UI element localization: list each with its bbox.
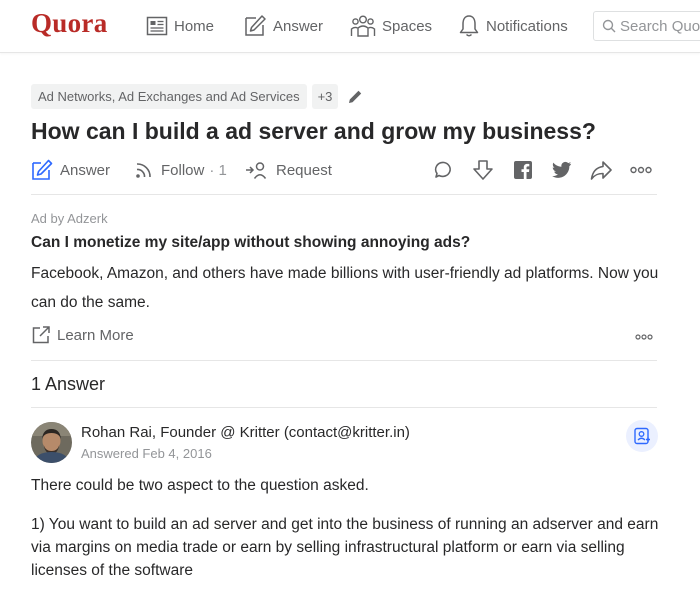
author-name[interactable]: Rohan Rai, Founder @ Kritter (contact@kr… [81,424,410,441]
nav-notifications-label: Notifications [486,17,568,35]
nav-home[interactable]: Home [146,11,214,41]
facebook-icon [514,161,532,179]
search-icon [602,19,616,33]
ad-sponsor-label[interactable]: Ad by Adzerk [31,211,108,226]
question-action-bar: Answer Follow · 1 Request [31,158,657,182]
comment-bubble-icon [434,161,451,178]
author-photo [31,422,72,463]
author-avatar[interactable] [31,422,72,463]
learn-more-link[interactable]: Learn More [31,325,134,345]
edit-pencil-icon[interactable] [346,88,364,106]
answer-paragraph: 1) You want to build an ad server and ge… [31,516,659,579]
answer-button[interactable]: Answer [31,158,110,182]
follow-button-label: Follow [161,161,205,179]
follow-rss-icon [136,163,151,178]
request-person-icon [246,162,267,179]
top-navigation-bar: Quora Home Answer Spaces Notifications S… [0,0,700,53]
nav-notifications[interactable]: Notifications [458,11,568,41]
people-group-icon [350,15,376,37]
nav-answer-label: Answer [273,17,324,35]
home-icon [146,16,168,36]
question-topics: Ad Networks, Ad Exchanges and Ad Service… [31,84,364,109]
ad-more-options-button[interactable] [632,330,656,344]
add-person-icon [634,427,650,445]
comment-button[interactable] [432,158,456,182]
topic-chip[interactable]: Ad Networks, Ad Exchanges and Ad Service… [31,84,307,109]
nav-spaces-label: Spaces [382,17,433,35]
more-dots-icon [630,166,652,174]
answer-pencil-icon [32,159,53,180]
pencil-square-icon [245,15,266,36]
more-topics-chip[interactable]: +3 [311,84,339,109]
bell-icon [459,15,479,37]
answers-count-heading: 1 Answer [31,374,106,394]
nav-answer[interactable]: Answer [243,11,323,41]
request-button-label: Request [276,161,332,179]
facebook-share-button[interactable] [511,158,535,182]
divider [31,360,657,361]
answer-paragraph: There could be two aspect to the questio… [31,477,369,494]
answer-button-label: Answer [60,161,111,179]
ad-title[interactable]: Can I monetize my site/app without showi… [31,234,470,252]
share-arrow-icon [590,161,612,180]
learn-more-label: Learn More [57,326,134,344]
divider [31,194,657,195]
follow-count: · 1 [209,161,227,179]
follow-author-button[interactable] [626,420,658,452]
question-title[interactable]: How can I build a ad server and grow my … [31,118,596,145]
twitter-share-button[interactable] [550,158,574,182]
request-button[interactable]: Request [245,158,332,182]
twitter-icon [552,161,572,178]
nav-spaces[interactable]: Spaces [350,11,432,41]
external-link-icon [32,326,50,344]
nav-home-label: Home [174,17,215,35]
search-box[interactable] [593,11,700,41]
more-dots-icon [635,334,653,340]
search-input[interactable] [620,17,700,35]
answer-date[interactable]: Answered Feb 4, 2016 [81,446,212,461]
follow-button[interactable]: Follow · 1 [134,158,227,182]
quora-logo[interactable]: Quora [31,8,108,39]
share-button[interactable] [589,158,613,182]
divider [31,407,657,408]
more-options-button[interactable] [629,158,653,182]
downvote-arrow-icon [473,160,493,180]
ad-body: Facebook, Amazon, and others have made b… [31,265,659,311]
downvote-button[interactable] [471,158,495,182]
